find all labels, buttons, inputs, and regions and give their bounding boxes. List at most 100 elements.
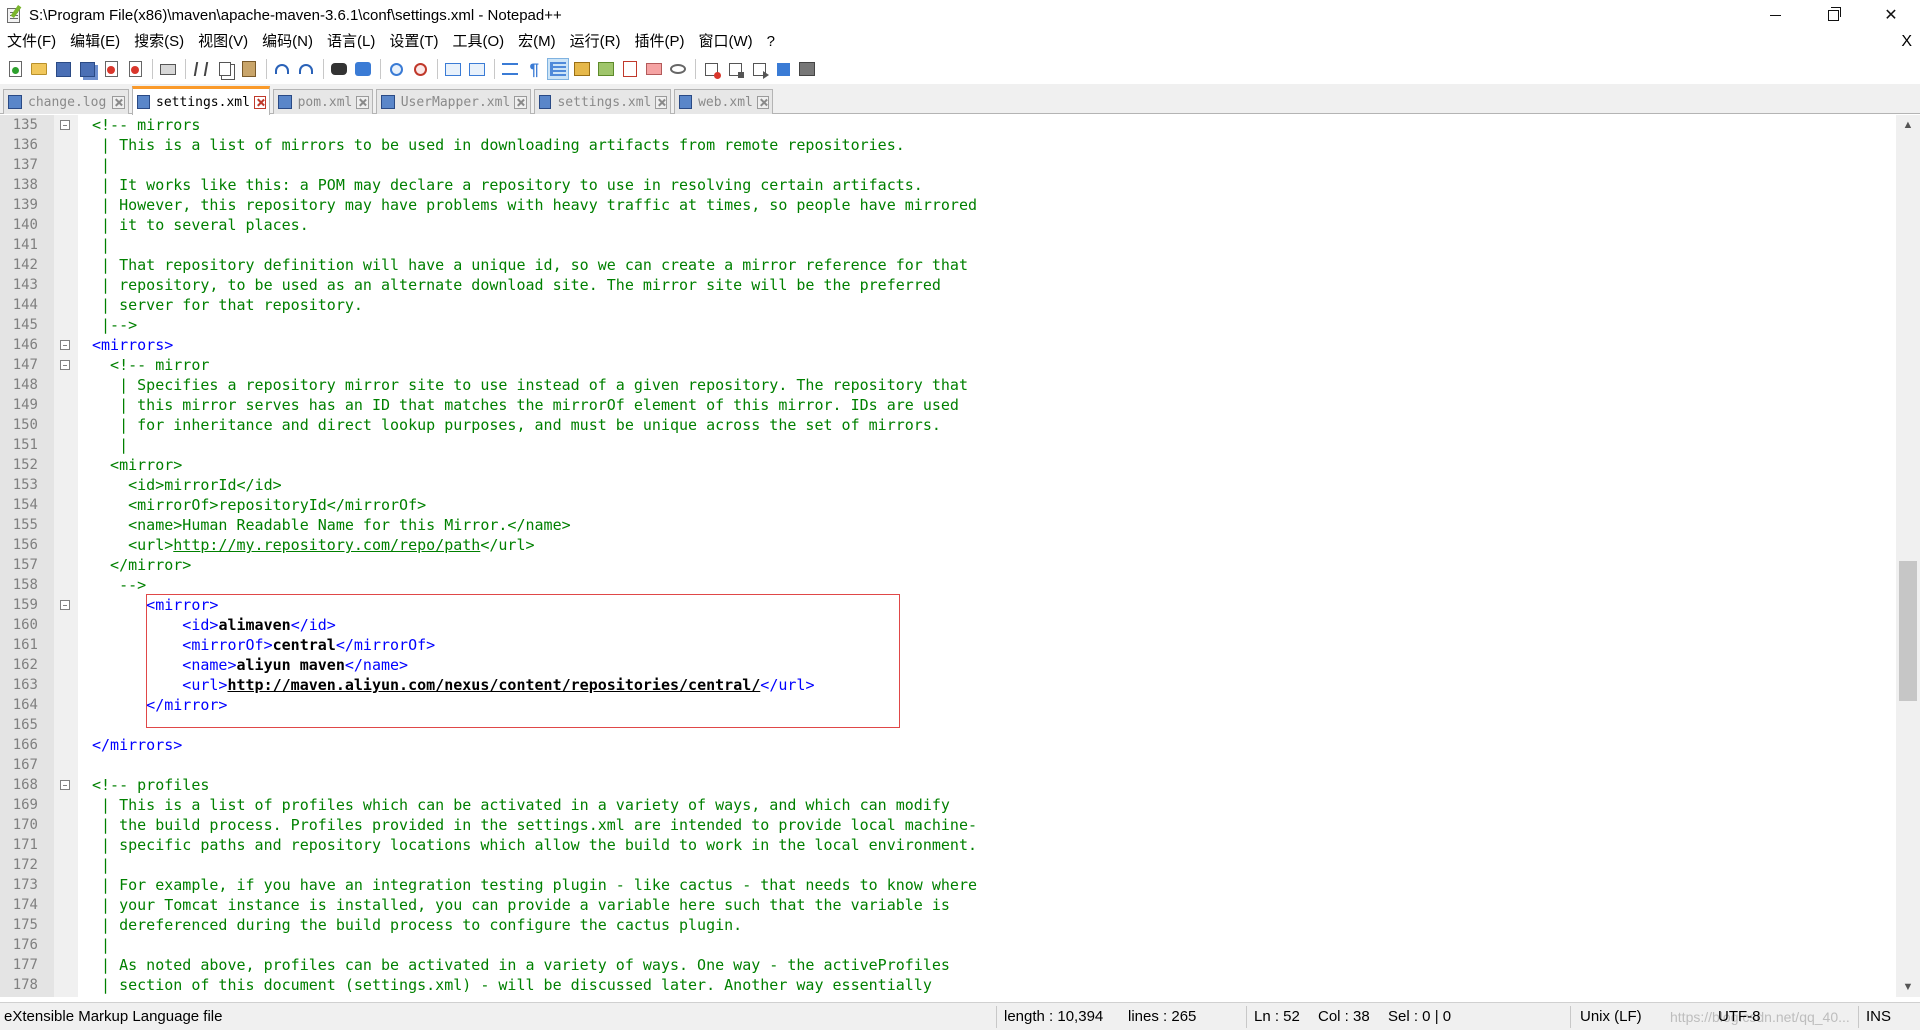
code-line[interactable]: 152 <mirror>: [0, 455, 1896, 475]
cut-button[interactable]: [190, 58, 212, 80]
function-list-button[interactable]: [619, 58, 641, 80]
code-line[interactable]: 150 | for inheritance and direct lookup …: [0, 415, 1896, 435]
restore-button[interactable]: [1804, 0, 1862, 30]
menu-item[interactable]: 文件(F): [0, 31, 63, 53]
save-all-button[interactable]: [76, 58, 98, 80]
undo-button[interactable]: [271, 58, 293, 80]
code-line[interactable]: 156 <url>http://my.repository.com/repo/p…: [0, 535, 1896, 555]
code-line[interactable]: 137 |: [0, 155, 1896, 175]
show-all-chars-button[interactable]: ¶: [523, 58, 545, 80]
document-tab[interactable]: UserMapper.xml: [376, 89, 531, 114]
code-line[interactable]: 175 | dereferenced during the build proc…: [0, 915, 1896, 935]
code-line[interactable]: 136 | This is a list of mirrors to be us…: [0, 135, 1896, 155]
code-line[interactable]: 140 | it to several places.: [0, 215, 1896, 235]
record-macro-button[interactable]: [700, 58, 722, 80]
fold-toggle-icon[interactable]: [60, 600, 70, 610]
code-line[interactable]: 157 </mirror>: [0, 555, 1896, 575]
tab-close-icon[interactable]: [514, 95, 527, 109]
menu-item[interactable]: 编辑(E): [63, 31, 127, 53]
paste-button[interactable]: [238, 58, 260, 80]
code-line[interactable]: 147 <!-- mirror: [0, 355, 1896, 375]
menu-item[interactable]: 宏(M): [511, 31, 563, 53]
play-macro-button[interactable]: [748, 58, 770, 80]
fold-toggle-icon[interactable]: [60, 780, 70, 790]
code-line[interactable]: 159 <mirror>: [0, 595, 1896, 615]
code-line[interactable]: 172 |: [0, 855, 1896, 875]
menu-item[interactable]: 语言(L): [320, 31, 382, 53]
code-line[interactable]: 145 |-->: [0, 315, 1896, 335]
code-line[interactable]: 143 | repository, to be used as an alter…: [0, 275, 1896, 295]
close-all-button[interactable]: [124, 58, 146, 80]
word-wrap-button[interactable]: [499, 58, 521, 80]
new-file-button[interactable]: [4, 58, 26, 80]
minimize-button[interactable]: [1746, 0, 1804, 30]
code-line[interactable]: 148 | Specifies a repository mirror site…: [0, 375, 1896, 395]
menu-item[interactable]: 运行(R): [563, 31, 628, 53]
code-line[interactable]: 162 <name>aliyun maven</name>: [0, 655, 1896, 675]
code-line[interactable]: 154 <mirrorOf>repositoryId</mirrorOf>: [0, 495, 1896, 515]
code-line[interactable]: 142 | That repository definition will ha…: [0, 255, 1896, 275]
zoom-in-button[interactable]: [385, 58, 407, 80]
code-line[interactable]: 167: [0, 755, 1896, 775]
code-line[interactable]: 178 | section of this document (settings…: [0, 975, 1896, 995]
menu-item[interactable]: 编码(N): [255, 31, 320, 53]
replace-button[interactable]: [352, 58, 374, 80]
save-macro-button[interactable]: [796, 58, 818, 80]
document-map-button[interactable]: [595, 58, 617, 80]
code-line[interactable]: 138 | It works like this: a POM may decl…: [0, 175, 1896, 195]
code-line[interactable]: 170 | the build process. Profiles provid…: [0, 815, 1896, 835]
fold-toggle-icon[interactable]: [60, 360, 70, 370]
code-line[interactable]: 163 <url>http://maven.aliyun.com/nexus/c…: [0, 675, 1896, 695]
code-line[interactable]: 177 | As noted above, profiles can be ac…: [0, 955, 1896, 975]
code-lines[interactable]: 135 <!-- mirrors 136 | This is a list of m…: [0, 115, 1896, 995]
tab-close-icon[interactable]: [756, 95, 769, 109]
code-line[interactable]: 169 | This is a list of profiles which c…: [0, 795, 1896, 815]
code-line[interactable]: 135 <!-- mirrors: [0, 115, 1896, 135]
tab-close-icon[interactable]: [655, 95, 667, 109]
code-line[interactable]: 168 <!-- profiles: [0, 775, 1896, 795]
scroll-up-icon[interactable]: ▲: [1896, 115, 1920, 135]
fold-toggle-icon[interactable]: [60, 340, 70, 350]
menu-item[interactable]: 设置(T): [382, 31, 445, 53]
document-tab[interactable]: change.log: [3, 89, 129, 114]
code-line[interactable]: 144 | server for that repository.: [0, 295, 1896, 315]
tab-close-icon[interactable]: [112, 95, 125, 109]
code-line[interactable]: 158 -->: [0, 575, 1896, 595]
menu-item[interactable]: 插件(P): [627, 31, 691, 53]
close-window-button[interactable]: ✕: [1862, 0, 1920, 30]
print-button[interactable]: [157, 58, 179, 80]
code-line[interactable]: 149 | this mirror serves has an ID that …: [0, 395, 1896, 415]
sync-vertical-button[interactable]: [442, 58, 464, 80]
document-tab[interactable]: settings.xml: [132, 86, 270, 115]
code-line[interactable]: 151 |: [0, 435, 1896, 455]
code-line[interactable]: 165: [0, 715, 1896, 735]
code-line[interactable]: 141 |: [0, 235, 1896, 255]
zoom-out-button[interactable]: [409, 58, 431, 80]
code-line[interactable]: 139 | However, this repository may have …: [0, 195, 1896, 215]
find-button[interactable]: [328, 58, 350, 80]
run-macro-multiple-button[interactable]: [772, 58, 794, 80]
monitoring-button[interactable]: [667, 58, 689, 80]
redo-button[interactable]: [295, 58, 317, 80]
tab-close-icon[interactable]: [253, 95, 266, 109]
code-line[interactable]: 171 | specific paths and repository loca…: [0, 835, 1896, 855]
indent-guide-button[interactable]: [547, 58, 569, 80]
document-tab[interactable]: web.xml: [674, 89, 773, 114]
document-tab[interactable]: pom.xml: [273, 89, 373, 114]
code-line[interactable]: 164 </mirror>: [0, 695, 1896, 715]
stop-macro-button[interactable]: [724, 58, 746, 80]
scrollbar-thumb[interactable]: [1899, 561, 1917, 701]
user-language-button[interactable]: [571, 58, 593, 80]
code-line[interactable]: 174 | your Tomcat instance is installed,…: [0, 895, 1896, 915]
menu-item[interactable]: 窗口(W): [691, 31, 759, 53]
tab-close-icon[interactable]: [356, 95, 369, 109]
vertical-scrollbar[interactable]: ▲ ▼: [1896, 115, 1920, 997]
code-line[interactable]: 155 <name>Human Readable Name for this M…: [0, 515, 1896, 535]
code-line[interactable]: 161 <mirrorOf>central</mirrorOf>: [0, 635, 1896, 655]
code-line[interactable]: 166 </mirrors>: [0, 735, 1896, 755]
fold-toggle-icon[interactable]: [60, 120, 70, 130]
code-line[interactable]: 146 <mirrors>: [0, 335, 1896, 355]
code-line[interactable]: 173 | For example, if you have an integr…: [0, 875, 1896, 895]
scroll-down-icon[interactable]: ▼: [1896, 977, 1920, 997]
save-button[interactable]: [52, 58, 74, 80]
